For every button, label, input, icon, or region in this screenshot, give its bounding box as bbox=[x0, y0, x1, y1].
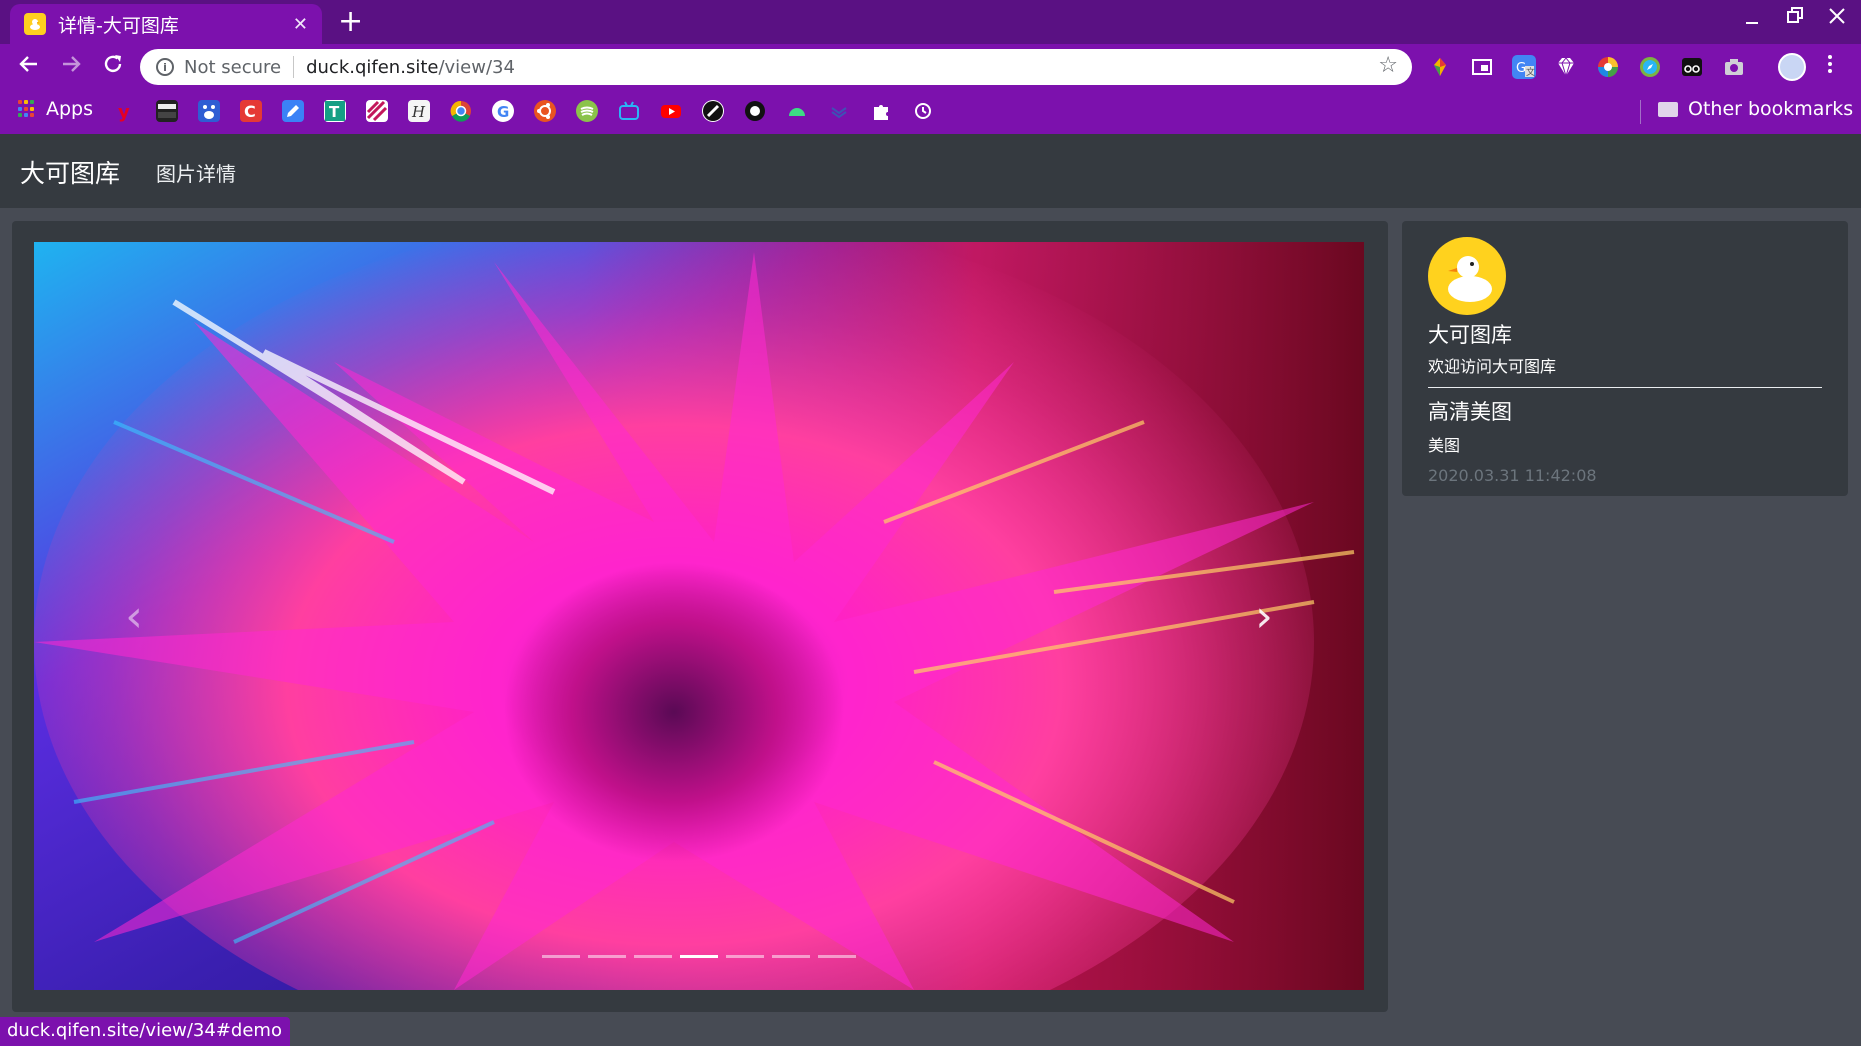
svg-text:H: H bbox=[411, 103, 426, 121]
duck-favicon-icon bbox=[24, 13, 46, 35]
bookmark-star-icon[interactable]: ☆ bbox=[1378, 53, 1398, 78]
site-name: 大可图库 bbox=[1428, 323, 1512, 347]
not-secure-label: Not secure bbox=[184, 56, 282, 78]
bookmark-feather-icon[interactable] bbox=[702, 100, 724, 122]
bookmarks-bar: Apps y C T H G Other bookmarks bbox=[0, 90, 1861, 134]
bookmark-history-icon[interactable] bbox=[912, 100, 934, 122]
bookmark-c-icon[interactable]: C bbox=[240, 100, 262, 122]
site-navbar: 大可图库 图片详情 bbox=[0, 134, 1861, 208]
extension-window-icon[interactable] bbox=[1470, 55, 1494, 79]
bookmark-layers-icon[interactable] bbox=[828, 100, 850, 122]
carousel-indicator[interactable] bbox=[818, 955, 856, 958]
url-text: duck.qifen.site/view/34 bbox=[306, 57, 515, 78]
link-status-bar: duck.qifen.site/view/34#demo bbox=[0, 1017, 290, 1046]
browser-chrome: 详情-大可图库 ✕ + i Not secure duck.qifen.site… bbox=[0, 0, 1861, 134]
carousel-indicator[interactable] bbox=[726, 955, 764, 958]
carousel-indicator[interactable] bbox=[542, 955, 580, 958]
svg-text:T: T bbox=[329, 103, 340, 121]
bookmark-t-icon[interactable]: T bbox=[324, 100, 346, 122]
bookmark-android-icon[interactable] bbox=[786, 100, 808, 122]
diamond-extension-icon[interactable] bbox=[1554, 55, 1578, 79]
carousel-indicator[interactable] bbox=[588, 955, 626, 958]
image-carousel[interactable]: ‹ › bbox=[34, 242, 1364, 990]
other-bookmarks[interactable]: Other bookmarks bbox=[1658, 98, 1853, 120]
tab-close-icon[interactable]: ✕ bbox=[293, 14, 308, 35]
camera-extension-icon[interactable] bbox=[1722, 55, 1746, 79]
bookmark-dark-icon[interactable] bbox=[156, 100, 178, 122]
svg-text:G: G bbox=[1516, 61, 1526, 76]
tab-strip: 详情-大可图库 ✕ + bbox=[0, 0, 1861, 44]
tab-title: 详情-大可图库 bbox=[58, 14, 179, 37]
duck-logo-icon bbox=[1428, 237, 1506, 315]
address-bar[interactable]: i Not secure duck.qifen.site/view/34 ☆ bbox=[140, 49, 1412, 85]
other-bookmarks-label: Other bookmarks bbox=[1688, 98, 1854, 120]
carousel-prev-button[interactable]: ‹ bbox=[34, 242, 234, 990]
bookmark-puzzle-icon[interactable] bbox=[870, 100, 892, 122]
chevron-left-icon: ‹ bbox=[125, 590, 143, 642]
translate-icon[interactable]: G文 bbox=[1512, 55, 1536, 79]
back-icon[interactable] bbox=[14, 52, 44, 82]
carousel-indicator[interactable] bbox=[680, 955, 718, 958]
folder-icon bbox=[1658, 101, 1678, 117]
minimize-icon[interactable] bbox=[1744, 6, 1760, 31]
bookmark-youtube-icon[interactable] bbox=[660, 100, 682, 122]
glasses-extension-icon[interactable] bbox=[1680, 55, 1704, 79]
browser-tab[interactable]: 详情-大可图库 ✕ bbox=[10, 4, 322, 44]
extension-pin-icon[interactable] bbox=[1428, 55, 1452, 79]
carousel-next-button[interactable]: › bbox=[1164, 242, 1364, 990]
bookmark-stripes-icon[interactable] bbox=[366, 100, 388, 122]
reload-icon[interactable] bbox=[98, 52, 128, 82]
apps-shortcut[interactable]: Apps bbox=[18, 98, 93, 120]
bookmark-green-icon[interactable] bbox=[576, 100, 598, 122]
bookmark-y-icon[interactable]: y bbox=[114, 100, 136, 123]
image-timestamp: 2020.03.31 11:42:08 bbox=[1428, 466, 1597, 485]
bookmarks-divider bbox=[1640, 100, 1641, 124]
omnibox-divider bbox=[293, 56, 295, 78]
image-category[interactable]: 美图 bbox=[1428, 432, 1822, 456]
profile-avatar-icon[interactable] bbox=[1778, 53, 1806, 81]
svg-text:C: C bbox=[244, 102, 256, 121]
browser-toolbar: i Not secure duck.qifen.site/view/34 ☆ G… bbox=[0, 44, 1861, 90]
image-card: ‹ › bbox=[12, 221, 1388, 1012]
url-path: /view/34 bbox=[438, 56, 515, 78]
color-wheel-extension-icon[interactable] bbox=[1596, 55, 1620, 79]
restore-icon[interactable] bbox=[1786, 6, 1804, 31]
info-icon[interactable]: i bbox=[156, 58, 174, 76]
bookmark-ubuntu-icon[interactable] bbox=[534, 100, 556, 122]
svg-text:文: 文 bbox=[1526, 66, 1535, 78]
browser-menu-icon[interactable] bbox=[1826, 52, 1834, 82]
chevron-right-icon: › bbox=[1255, 590, 1273, 642]
bookmark-h-icon[interactable]: H bbox=[408, 100, 430, 122]
svg-text:G: G bbox=[497, 103, 509, 121]
carousel-indicator[interactable] bbox=[772, 955, 810, 958]
apps-label: Apps bbox=[46, 98, 94, 120]
apps-grid-icon bbox=[18, 100, 36, 118]
navbar-brand[interactable]: 大可图库 bbox=[20, 154, 120, 190]
carousel-indicators bbox=[34, 955, 1364, 958]
url-host: duck.qifen.site bbox=[306, 56, 439, 78]
bookmark-google-icon[interactable]: G bbox=[492, 100, 514, 122]
bookmark-github-icon[interactable] bbox=[744, 100, 766, 122]
site-info-card: 大可图库 欢迎访问大可图库 高清美图 美图 2020.03.31 11:42:0… bbox=[1402, 221, 1848, 496]
svg-text:y: y bbox=[118, 102, 130, 122]
image-title: 高清美图 bbox=[1428, 400, 1512, 424]
nav-link-image-detail[interactable]: 图片详情 bbox=[156, 158, 236, 187]
bookmark-baidu-icon[interactable] bbox=[198, 100, 220, 122]
bookmark-edit-icon[interactable] bbox=[282, 100, 304, 122]
new-tab-button[interactable]: + bbox=[338, 6, 363, 38]
divider bbox=[1428, 387, 1822, 388]
carousel-indicator[interactable] bbox=[634, 955, 672, 958]
compass-extension-icon[interactable] bbox=[1638, 55, 1662, 79]
bookmark-bilibili-icon[interactable] bbox=[618, 100, 640, 122]
close-window-icon[interactable] bbox=[1828, 6, 1846, 31]
bookmark-chrome-icon[interactable] bbox=[450, 100, 472, 122]
site-description: 欢迎访问大可图库 bbox=[1428, 357, 1557, 376]
forward-icon[interactable] bbox=[56, 52, 86, 82]
